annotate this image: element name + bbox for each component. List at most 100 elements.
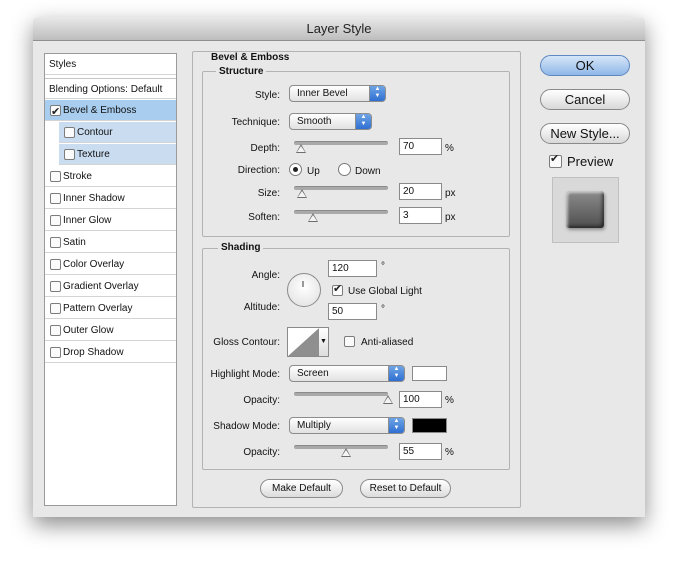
- highlight-opacity-track[interactable]: [294, 392, 388, 396]
- styles-item-label: Stroke: [63, 171, 92, 182]
- shadow-mode-popup[interactable]: Multiply ▲ ▼: [289, 417, 405, 434]
- gloss-contour-dropdown[interactable]: ▼: [319, 327, 329, 357]
- styles-item-color-overlay[interactable]: Color Overlay: [45, 254, 176, 275]
- styles-item-label: Satin: [63, 237, 86, 248]
- styles-item-drop-shadow[interactable]: Drop Shadow: [45, 342, 176, 363]
- styles-item-label: Inner Shadow: [63, 193, 125, 204]
- popup-arrows-icon: ▲ ▼: [355, 114, 371, 129]
- styles-item-label: Contour: [77, 127, 113, 138]
- shadow-opacity-thumb[interactable]: [340, 448, 351, 457]
- style-popup-value: Inner Bevel: [297, 88, 348, 99]
- texture-checkbox[interactable]: [64, 149, 75, 160]
- popup-arrows-icon: ▲ ▼: [388, 418, 404, 433]
- soften-field[interactable]: 3: [399, 207, 442, 224]
- satin-checkbox[interactable]: [50, 237, 61, 248]
- size-unit: px: [445, 188, 456, 199]
- popup-arrows-icon: ▲ ▼: [388, 366, 404, 381]
- gloss-contour-preview[interactable]: [287, 327, 320, 357]
- technique-label: Technique:: [231, 117, 280, 128]
- styles-list: Styles Blending Options: Default Bevel &…: [44, 53, 177, 506]
- outer-glow-checkbox[interactable]: [50, 325, 61, 336]
- window-title: Layer Style: [33, 17, 645, 41]
- shadow-mode-value: Multiply: [297, 420, 331, 431]
- make-default-button[interactable]: Make Default: [260, 479, 343, 498]
- styles-item-label: Inner Glow: [63, 215, 112, 226]
- angle-dial-indicator-icon: [302, 281, 304, 287]
- highlight-mode-value: Screen: [297, 368, 329, 379]
- reset-to-default-button[interactable]: Reset to Default: [360, 479, 451, 498]
- technique-popup[interactable]: Smooth ▲ ▼: [289, 113, 372, 130]
- shadow-opacity-unit: %: [445, 447, 454, 458]
- use-global-light-checkbox[interactable]: [332, 282, 343, 296]
- cancel-button[interactable]: Cancel: [540, 89, 630, 110]
- soften-slider-thumb[interactable]: [307, 213, 318, 222]
- styles-item-stroke[interactable]: Stroke: [45, 166, 176, 187]
- altitude-unit: °: [381, 304, 385, 315]
- shadow-color-swatch[interactable]: [412, 418, 447, 433]
- technique-popup-value: Smooth: [297, 116, 332, 127]
- highlight-opacity-field[interactable]: 100: [399, 391, 442, 408]
- size-slider-thumb[interactable]: [296, 189, 307, 198]
- style-popup[interactable]: Inner Bevel ▲ ▼: [289, 85, 386, 102]
- new-style-button[interactable]: New Style...: [540, 123, 630, 144]
- depth-slider-thumb[interactable]: [295, 144, 306, 153]
- direction-down-radio[interactable]: [338, 163, 351, 176]
- styles-item-blending-options[interactable]: Blending Options: Default: [45, 78, 176, 99]
- anti-aliased-checkbox[interactable]: [344, 336, 355, 347]
- shadow-opacity-field[interactable]: 55: [399, 443, 442, 460]
- altitude-field[interactable]: 50: [328, 303, 377, 320]
- soften-label: Soften:: [248, 212, 280, 223]
- styles-item-label: Bevel & Emboss: [63, 105, 137, 116]
- inner-glow-checkbox[interactable]: [50, 215, 61, 226]
- contour-checkbox[interactable]: [64, 127, 75, 138]
- structure-title: Structure: [216, 66, 267, 77]
- styles-list-header[interactable]: Styles: [45, 54, 176, 75]
- styles-item-texture[interactable]: Texture: [59, 144, 176, 165]
- ok-button[interactable]: OK: [540, 55, 630, 76]
- angle-field[interactable]: 120: [328, 260, 377, 277]
- pattern-overlay-checkbox[interactable]: [50, 303, 61, 314]
- size-field[interactable]: 20: [399, 183, 442, 200]
- drop-shadow-checkbox[interactable]: [50, 347, 61, 358]
- shading-title: Shading: [218, 242, 264, 253]
- shadow-mode-label: Shadow Mode:: [213, 421, 280, 432]
- styles-header-label: Styles: [49, 59, 77, 70]
- depth-label: Depth:: [250, 143, 280, 154]
- highlight-opacity-thumb[interactable]: [383, 395, 393, 404]
- preview-swatch: [566, 191, 604, 228]
- gloss-contour-label: Gloss Contour:: [213, 337, 280, 348]
- styles-item-label: Color Overlay: [63, 259, 125, 270]
- highlight-color-swatch[interactable]: [412, 366, 447, 381]
- preview-label[interactable]: Preview: [567, 154, 613, 169]
- styles-item-satin[interactable]: Satin: [45, 232, 176, 253]
- styles-item-outer-glow[interactable]: Outer Glow: [45, 320, 176, 341]
- use-global-light-label[interactable]: Use Global Light: [348, 286, 422, 297]
- style-label: Style:: [254, 90, 280, 101]
- size-slider-track[interactable]: [294, 186, 388, 190]
- bevel-emboss-checkbox[interactable]: [50, 102, 61, 123]
- depth-field[interactable]: 70: [399, 138, 442, 155]
- gradient-overlay-checkbox[interactable]: [50, 281, 61, 292]
- preview-checkbox[interactable]: [549, 152, 562, 168]
- anti-aliased-label[interactable]: Anti-aliased: [361, 337, 413, 348]
- stroke-checkbox[interactable]: [50, 171, 61, 182]
- styles-item-label: Gradient Overlay: [63, 281, 139, 292]
- styles-item-inner-shadow[interactable]: Inner Shadow: [45, 188, 176, 209]
- styles-item-bevel-emboss[interactable]: Bevel & Emboss: [45, 100, 176, 123]
- direction-down-label[interactable]: Down: [355, 166, 381, 177]
- highlight-mode-popup[interactable]: Screen ▲ ▼: [289, 365, 405, 382]
- styles-item-contour[interactable]: Contour: [59, 122, 176, 143]
- styles-item-label: Pattern Overlay: [63, 303, 133, 314]
- styles-item-inner-glow[interactable]: Inner Glow: [45, 210, 176, 231]
- styles-item-pattern-overlay[interactable]: Pattern Overlay: [45, 298, 176, 319]
- color-overlay-checkbox[interactable]: [50, 259, 61, 270]
- highlight-mode-label: Highlight Mode:: [210, 369, 280, 380]
- depth-slider-track[interactable]: [294, 141, 388, 145]
- bevel-emboss-title: Bevel & Emboss: [208, 52, 293, 63]
- styles-item-gradient-overlay[interactable]: Gradient Overlay: [45, 276, 176, 297]
- angle-dial[interactable]: [287, 273, 321, 307]
- direction-up-label[interactable]: Up: [307, 166, 320, 177]
- shadow-opacity-label: Opacity:: [243, 447, 280, 458]
- direction-up-radio[interactable]: [289, 163, 302, 176]
- inner-shadow-checkbox[interactable]: [50, 193, 61, 204]
